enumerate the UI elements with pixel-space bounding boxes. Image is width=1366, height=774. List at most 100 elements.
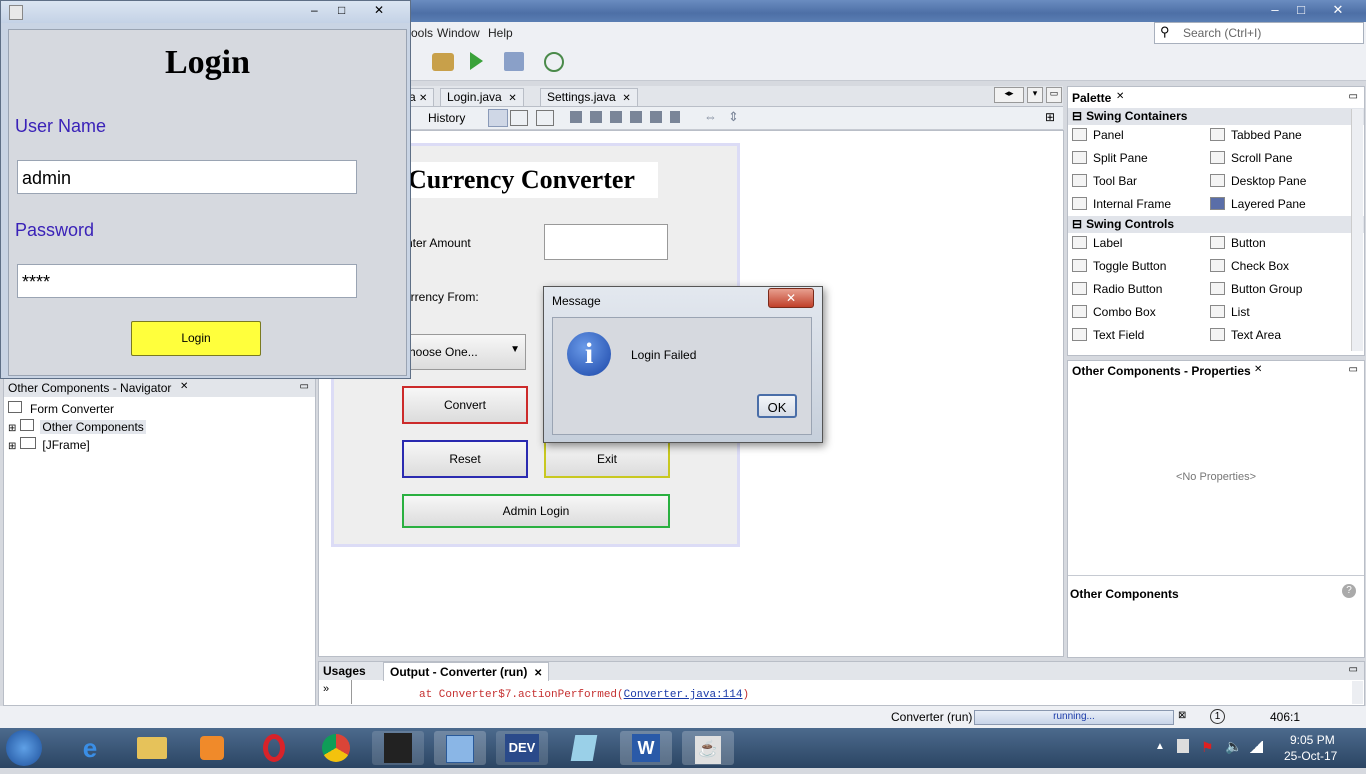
login-button[interactable]: Login [131,321,261,356]
tab-output[interactable]: Output - Converter (run) ✕ [383,662,550,681]
ok-button[interactable]: OK [757,394,797,418]
tree-item-form[interactable]: Form Converter [8,401,114,416]
tab-login-java[interactable]: Login.java ✕ [440,88,524,106]
close-icon[interactable]: ✕ [180,381,188,392]
close-icon[interactable]: ✕ [534,668,542,679]
help-icon[interactable]: ? [1342,584,1356,598]
palette-item[interactable]: Desktop Pane [1210,174,1306,188]
palette-section-containers[interactable]: ⊟ Swing Containers [1068,108,1364,125]
exit-button[interactable]: Exit [544,440,670,478]
menu-tools[interactable]: ools [411,26,433,40]
search-input[interactable]: ⚲ Search (Ctrl+I) [1154,22,1364,44]
start-button[interactable] [6,730,42,766]
palette-item[interactable]: Radio Button [1072,282,1162,296]
minimize-icon[interactable]: ▭ [1349,364,1358,375]
file-explorer-icon[interactable] [126,731,178,765]
selection-mode-icon[interactable] [488,109,508,127]
palette-item[interactable]: Combo Box [1072,305,1156,319]
resize-horizontal-icon[interactable]: ⇔ [704,109,717,124]
device-icon[interactable] [1177,739,1189,753]
expand-icon[interactable]: ⊞ [8,441,16,452]
menu-window[interactable]: Window [437,26,480,40]
cancel-icon[interactable]: ⊠ [1178,710,1186,721]
palette-item[interactable]: Scroll Pane [1210,151,1292,165]
profile-icon[interactable] [544,52,564,72]
close-button[interactable]: ✕ [768,288,814,308]
game-icon[interactable] [372,731,424,765]
palette-item[interactable]: Toggle Button [1072,259,1166,273]
run-icon[interactable] [470,52,483,70]
expand-icon[interactable]: ⊞ [1045,110,1055,124]
palette-item[interactable]: Internal Frame [1072,197,1171,211]
internet-explorer-icon[interactable]: e [64,731,116,765]
action-center-icon[interactable]: ⚑ [1201,739,1214,756]
opera-icon[interactable] [248,731,300,765]
java-icon[interactable]: ☕ [682,731,734,765]
word-icon[interactable]: W [620,731,672,765]
preview-icon[interactable] [536,110,554,126]
minimize-icon[interactable]: ▭ [300,381,309,392]
history-tab[interactable]: History [428,111,465,125]
tab-usages[interactable]: Usages [323,664,366,678]
convert-button[interactable]: Convert [402,386,528,424]
palette-section-controls[interactable]: ⊟ Swing Controls [1068,216,1364,233]
palette-item[interactable]: Tabbed Pane [1210,128,1302,142]
minimize-icon[interactable]: ▭ [1349,664,1358,675]
reset-button[interactable]: Reset [402,440,528,478]
chrome-icon[interactable] [310,731,362,765]
show-hidden-icons[interactable]: ▲ [1155,741,1165,752]
output-more-icon[interactable]: » [323,683,329,695]
maximize-icon[interactable]: □ [338,3,345,17]
minimize-icon[interactable]: – [1264,2,1286,18]
dev-cpp-icon[interactable]: DEV [496,731,548,765]
network-icon[interactable] [1249,741,1263,753]
palette-item[interactable]: Layered Pane [1210,197,1306,211]
palette-scrollbar[interactable] [1351,109,1363,351]
align-icons[interactable] [570,111,680,123]
tab-list-icon[interactable]: ▾ [1027,87,1043,103]
close-icon[interactable]: ✕ [1116,91,1124,102]
media-player-icon[interactable] [186,731,238,765]
expand-icon[interactable]: ⊞ [8,423,16,434]
close-icon[interactable]: ✕ [622,93,630,104]
virtualbox-icon[interactable] [434,731,486,765]
volume-icon[interactable]: 🔈 [1225,738,1242,755]
output-scrollbar[interactable] [1352,681,1363,704]
close-icon[interactable]: ✕ [374,3,384,17]
palette-item[interactable]: Button Group [1210,282,1302,296]
tab-scroll-icon[interactable]: ◂▸ [994,87,1024,103]
stacktrace-link[interactable]: Converter.java:114 [624,689,743,701]
palette-item[interactable]: Panel [1072,128,1124,142]
close-icon[interactable]: ✕ [508,93,516,104]
palette-item[interactable]: Text Field [1072,328,1144,342]
build-icon[interactable] [432,53,454,71]
tree-item-jframe[interactable]: ⊞ [JFrame] [8,437,90,452]
minimize-icon[interactable]: – [311,3,318,17]
close-icon[interactable]: ✕ [419,93,427,104]
palette-item[interactable]: Tool Bar [1072,174,1137,188]
username-field[interactable]: admin [17,160,357,194]
palette-item[interactable]: Split Pane [1072,151,1148,165]
debug-icon[interactable] [504,52,524,71]
notes-icon[interactable] [558,731,610,765]
progress-bar[interactable]: running... [974,710,1174,725]
connection-mode-icon[interactable] [510,110,528,126]
palette-item[interactable]: Check Box [1210,259,1289,273]
password-field[interactable]: **** [17,264,357,298]
currency-from-combo[interactable]: hoose One... ▼ [404,334,526,370]
maximize-icon[interactable]: ▭ [1046,87,1062,103]
palette-item[interactable]: List [1210,305,1250,319]
palette-item[interactable]: Button [1210,236,1266,250]
close-icon[interactable]: ✕ [1254,364,1262,375]
maximize-icon[interactable]: □ [1290,2,1312,18]
palette-item[interactable]: Text Area [1210,328,1281,342]
tree-item-other[interactable]: ⊞ Other Components [8,419,146,434]
palette-item[interactable]: Label [1072,236,1122,250]
resize-vertical-icon[interactable]: ⇕ [728,109,739,125]
close-icon[interactable]: ✕ [1327,2,1349,18]
menu-help[interactable]: Help [488,26,513,40]
amount-field[interactable] [544,224,668,260]
admin-login-button[interactable]: Admin Login [402,494,670,528]
minimize-icon[interactable]: ▭ [1349,91,1358,102]
clock-time[interactable]: 9:05 PM [1290,733,1335,747]
